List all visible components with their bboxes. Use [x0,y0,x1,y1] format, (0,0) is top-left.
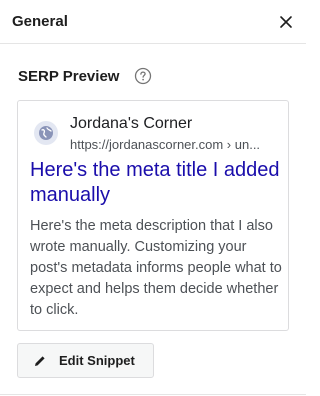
serp-meta-title[interactable]: Here's the meta title I added manually [30,158,280,208]
serp-site-name: Jordana's Corner [70,115,193,132]
globe-icon [39,126,53,140]
close-icon [280,16,292,28]
panel-title: General [12,13,68,30]
panel-header: General [0,0,306,44]
site-favicon [34,121,58,145]
serp-meta-description: Here's the meta description that I also … [30,218,282,318]
serp-preview-card: Jordana's Corner https://jordanascorner.… [17,100,289,331]
divider [0,394,306,395]
question-circle-icon [135,67,152,85]
edit-snippet-label: Edit Snippet [59,353,135,368]
serp-url: https://jordanascorner.com › un... [70,137,261,152]
edit-snippet-button[interactable]: Edit Snippet [17,343,154,378]
close-button[interactable] [274,10,298,34]
serp-section-header: SERP Preview [18,64,153,88]
pencil-icon [33,354,47,368]
help-button[interactable] [133,66,153,86]
section-title: SERP Preview [18,67,120,85]
